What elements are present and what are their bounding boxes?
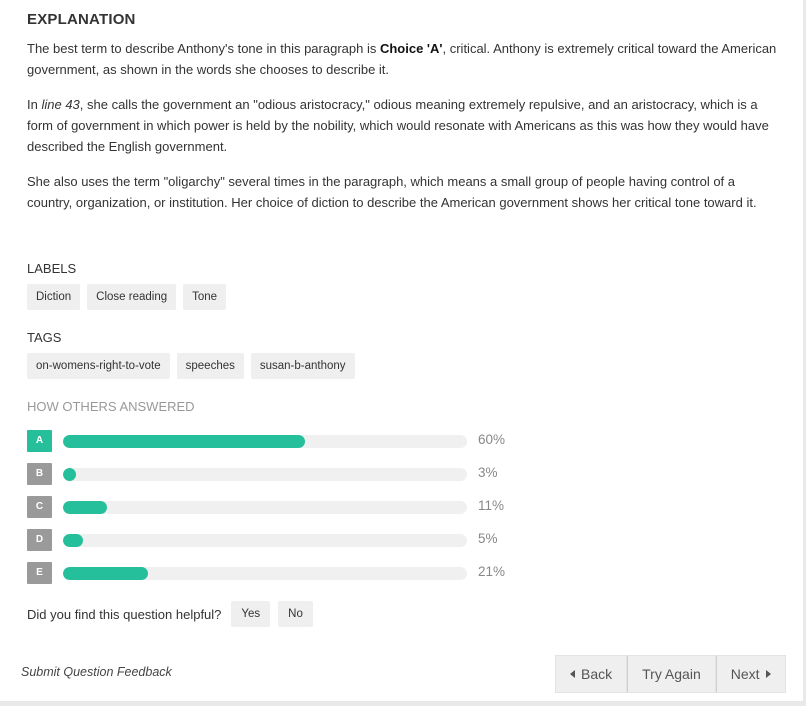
- line-reference: line 43: [41, 97, 80, 112]
- explanation-panel: EXPLANATION The best term to describe An…: [0, 0, 806, 706]
- answer-row-d: D 5%: [27, 529, 527, 551]
- answer-row-e: E 21%: [27, 562, 527, 584]
- correct-choice-text: Choice 'A': [379, 41, 443, 56]
- label-chip-tone[interactable]: Tone: [183, 284, 227, 310]
- helpful-prompt: Did you find this question helpful? Yes …: [27, 601, 313, 627]
- answer-percent-c: 11%: [478, 498, 505, 513]
- p2-text-end: , she calls the government an "odious ar…: [27, 97, 769, 154]
- explanation-heading: EXPLANATION: [27, 11, 136, 28]
- answer-percent-b: 3%: [478, 465, 498, 480]
- answer-bar-fill-d: [63, 534, 83, 547]
- answer-row-a: A 60%: [27, 430, 527, 452]
- answer-bar-track-d: [63, 534, 467, 547]
- try-again-label: Try Again: [642, 666, 701, 682]
- tags-title: TAGS: [27, 330, 62, 345]
- answer-bar-fill-b: [63, 468, 76, 481]
- back-button[interactable]: Back: [555, 655, 628, 693]
- answer-letter-b: B: [27, 463, 52, 485]
- answer-percent-a: 60%: [478, 432, 506, 447]
- answer-letter-d: D: [27, 529, 52, 551]
- answer-bar-fill-a: [63, 435, 305, 448]
- label-chip-close-reading[interactable]: Close reading: [87, 284, 177, 310]
- back-label: Back: [581, 666, 613, 682]
- tag-chip-on-womens-right-to-vote[interactable]: on-womens-right-to-vote: [27, 353, 170, 379]
- chevron-right-icon: [765, 670, 771, 678]
- next-button[interactable]: Next: [715, 655, 786, 693]
- answer-row-c: C 11%: [27, 496, 527, 518]
- label-chip-diction[interactable]: Diction: [27, 284, 81, 310]
- explanation-paragraph-2: In line 43, she calls the government an …: [27, 94, 777, 157]
- answer-bar-track-b: [63, 468, 467, 481]
- helpful-question: Did you find this question helpful?: [27, 606, 222, 622]
- answer-bar-track-a: [63, 435, 467, 448]
- tag-chip-susan-b-anthony[interactable]: susan-b-anthony: [250, 353, 355, 379]
- submit-feedback-link[interactable]: Submit Question Feedback: [21, 665, 172, 679]
- explanation-paragraph-3: She also uses the term "oligarchy" sever…: [27, 174, 757, 210]
- others-answered-title: HOW OTHERS ANSWERED: [27, 399, 195, 414]
- answer-percent-e: 21%: [478, 564, 506, 579]
- answer-letter-e: E: [27, 562, 52, 584]
- helpful-yes-button[interactable]: Yes: [231, 601, 271, 627]
- answer-bar-track-c: [63, 501, 467, 514]
- answer-bar-fill-c: [63, 501, 107, 514]
- answer-bar-track-e: [63, 567, 467, 580]
- p2-text-start: In: [27, 97, 42, 112]
- explanation-paragraph-1: The best term to describe Anthony's tone…: [27, 38, 777, 80]
- helpful-no-button[interactable]: No: [278, 601, 313, 627]
- labels-list: Diction Close reading Tone: [27, 284, 227, 310]
- next-label: Next: [730, 666, 760, 682]
- labels-title: LABELS: [27, 261, 77, 276]
- tags-list: on-womens-right-to-vote speeches susan-b…: [27, 353, 355, 379]
- chevron-left-icon: [570, 670, 575, 678]
- tag-chip-speeches[interactable]: speeches: [176, 353, 244, 379]
- answer-row-b: B 3%: [27, 463, 527, 485]
- answer-letter-c: C: [27, 496, 52, 518]
- p1-text-start: The best term to describe Anthony's tone…: [27, 41, 380, 56]
- answer-bar-fill-e: [63, 567, 148, 580]
- answer-percent-d: 5%: [478, 531, 498, 546]
- navigation-buttons: Back Try Again Next: [555, 655, 786, 693]
- try-again-button[interactable]: Try Again: [627, 655, 716, 693]
- answer-letter-a: A: [27, 430, 52, 452]
